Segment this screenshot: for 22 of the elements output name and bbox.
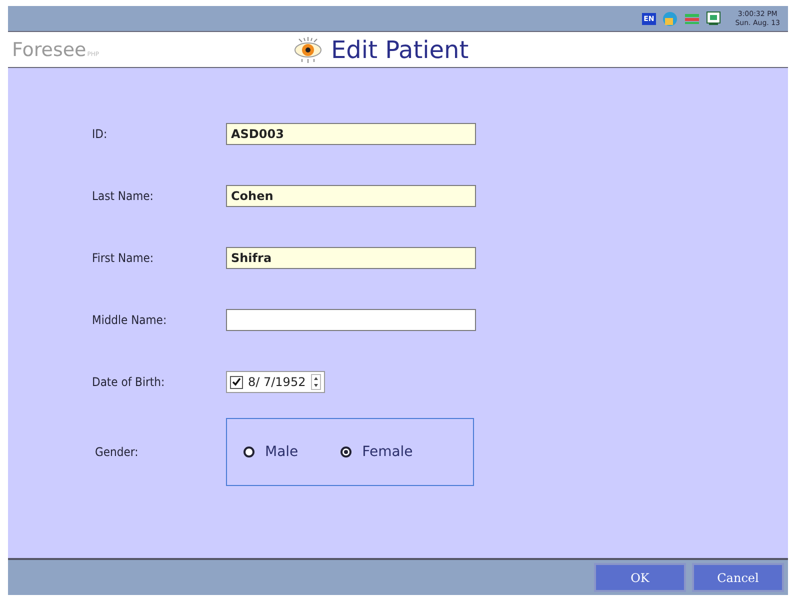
text-field[interactable] bbox=[226, 309, 476, 331]
monitor-icon[interactable] bbox=[706, 11, 722, 26]
page-title: Edit Patient bbox=[331, 36, 469, 64]
field-label: First Name: bbox=[92, 251, 155, 265]
field-label: Middle Name: bbox=[92, 313, 168, 327]
ok-button[interactable]: OK bbox=[594, 563, 686, 592]
field-label: Last Name: bbox=[92, 189, 154, 203]
text-field[interactable]: Shifra bbox=[226, 247, 476, 269]
text-field[interactable]: Cohen bbox=[226, 185, 476, 207]
app-logo: Foresee bbox=[12, 38, 86, 60]
checkbox[interactable] bbox=[230, 376, 243, 388]
date-picker[interactable]: 8/ 7/1952 bbox=[226, 371, 325, 393]
eye-icon bbox=[293, 36, 323, 62]
field-label: Date of Birth: bbox=[92, 375, 166, 389]
radio-option[interactable]: Male bbox=[243, 444, 298, 460]
cancel-button[interactable]: Cancel bbox=[692, 563, 784, 592]
date-value: 8/ 7/1952 bbox=[248, 375, 306, 389]
spin-icon[interactable] bbox=[310, 374, 321, 390]
text-field[interactable]: ASD003 bbox=[226, 123, 476, 145]
field-label: ID: bbox=[92, 127, 108, 141]
radio-option[interactable]: Female bbox=[340, 444, 413, 460]
field-label: Gender: bbox=[94, 445, 140, 459]
